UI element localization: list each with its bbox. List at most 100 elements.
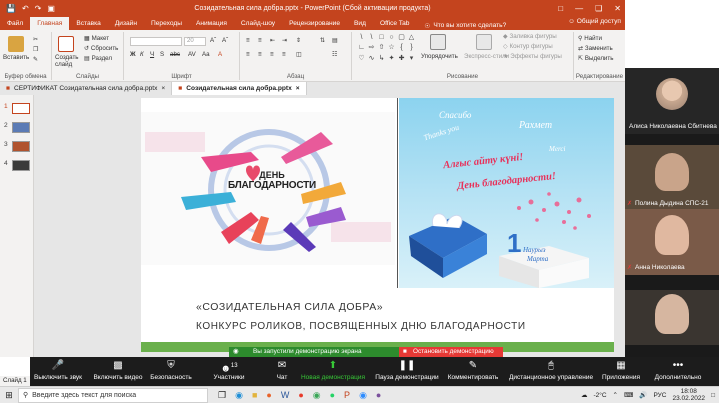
heart-shape-icon[interactable]: ♡ bbox=[357, 54, 366, 63]
align-text-icon[interactable]: ▤ bbox=[332, 37, 338, 44]
close-icon[interactable]: × bbox=[161, 82, 165, 95]
ribbon-options-icon[interactable]: □ bbox=[558, 4, 563, 13]
share-button[interactable]: ☺ Общий доступ bbox=[568, 18, 621, 25]
windows-start-icon[interactable]: ⊞ bbox=[0, 390, 18, 401]
language-indicator[interactable]: РУС bbox=[653, 392, 666, 399]
font-name-box[interactable] bbox=[130, 37, 182, 46]
smartart-icon[interactable]: ☷ bbox=[332, 51, 338, 58]
maximize-icon[interactable]: ❑ bbox=[595, 4, 602, 13]
remote-control-button[interactable]: 🖰 Дистанционное управление bbox=[504, 357, 598, 386]
justify-icon[interactable]: ≡ bbox=[282, 51, 286, 58]
arrow-shape-icon[interactable]: ⇨ bbox=[367, 43, 376, 52]
close-icon[interactable]: ✕ bbox=[614, 4, 621, 13]
network-icon[interactable]: ⌨ bbox=[624, 391, 633, 399]
taskbar-search[interactable]: ⚲ Введите здесь текст для поиска bbox=[18, 387, 208, 403]
tab-transitions[interactable]: Переходы bbox=[144, 17, 189, 30]
new-slide-button[interactable]: Создать слайд bbox=[55, 54, 81, 68]
tab-office-tab[interactable]: Office Tab bbox=[373, 17, 416, 30]
align-right-icon[interactable]: ≡ bbox=[270, 51, 274, 58]
powerpoint-icon[interactable]: P bbox=[344, 390, 350, 401]
curve-shape-icon[interactable]: ∿ bbox=[367, 54, 376, 63]
paste-button[interactable]: Вставить bbox=[3, 54, 29, 61]
slide-thumbnail[interactable]: 3 bbox=[4, 141, 30, 152]
arrow-shape-icon[interactable]: ↳ bbox=[377, 54, 386, 63]
document-tab-active[interactable]: ■ Созидательная сила добра.pptx × bbox=[172, 82, 307, 95]
slide-thumbnail[interactable]: 2 bbox=[4, 122, 30, 133]
section-button[interactable]: ▤ Раздел bbox=[84, 55, 112, 62]
arrow-shape-icon[interactable]: ⇧ bbox=[377, 43, 386, 52]
slide-thumbnail[interactable]: 1 bbox=[4, 103, 30, 114]
mute-button[interactable]: 🎤 Выключить звук bbox=[30, 357, 86, 386]
tab-design[interactable]: Дизайн bbox=[108, 17, 144, 30]
new-slide-icon[interactable] bbox=[58, 36, 74, 52]
spacing-icon[interactable]: AV bbox=[188, 51, 196, 58]
slide[interactable]: ДЕНЬ БЛАГОДАРНОСТИ Спасибо Thanks you Ра… bbox=[141, 98, 614, 352]
shape-fill-button[interactable]: ◆ Заливка фигуры bbox=[503, 33, 557, 40]
star-shape-icon[interactable]: ✦ bbox=[387, 54, 396, 63]
video-tile[interactable]: ✗ Полина Дыдина СПС-21 bbox=[625, 145, 719, 211]
start-video-button[interactable]: ▩ Включить видео bbox=[90, 357, 146, 386]
edge-icon[interactable]: ◉ bbox=[235, 390, 243, 401]
arrange-button[interactable]: Упорядочить bbox=[421, 53, 458, 60]
stop-share-button[interactable]: ■ Остановить демонстрацию bbox=[399, 347, 503, 357]
decrease-indent-icon[interactable]: ⇤ bbox=[270, 37, 275, 44]
format-painter-icon[interactable]: ✎ bbox=[33, 56, 38, 63]
shadow-icon[interactable]: S bbox=[160, 51, 164, 58]
tell-me-box[interactable]: ☉ Что вы хотите сделать? bbox=[424, 22, 506, 30]
minimize-icon[interactable]: — bbox=[575, 4, 583, 13]
plus-shape-icon[interactable]: ✚ bbox=[397, 54, 406, 63]
close-icon[interactable]: × bbox=[296, 82, 300, 95]
shrink-font-icon[interactable]: Aˇ bbox=[222, 37, 228, 44]
new-share-button[interactable]: ⬆ Новая демонстрация bbox=[300, 357, 366, 386]
slide-thumbnail[interactable]: 4 bbox=[4, 160, 30, 171]
paste-icon[interactable] bbox=[8, 36, 24, 52]
find-button[interactable]: ⚲ Найти bbox=[578, 35, 602, 42]
font-size-box[interactable]: 20 bbox=[184, 37, 206, 46]
line-shape-icon[interactable]: \ bbox=[357, 33, 366, 42]
line-shape-icon[interactable]: \ bbox=[367, 33, 376, 42]
shape-outline-button[interactable]: ◇ Контур фигуры bbox=[503, 43, 553, 50]
rect-rounded-shape-icon[interactable]: ▢ bbox=[397, 33, 406, 42]
triangle-shape-icon[interactable]: △ bbox=[407, 33, 416, 42]
notifications-icon[interactable]: □ bbox=[711, 392, 715, 399]
bullets-icon[interactable]: ≡ bbox=[246, 37, 250, 44]
weather-icon[interactable]: ☁ bbox=[581, 391, 588, 399]
volume-icon[interactable]: 🔊 bbox=[639, 391, 647, 399]
participants-button[interactable]: ☻13 Участники bbox=[208, 357, 250, 386]
bold-icon[interactable]: Ж bbox=[130, 51, 136, 58]
video-tile[interactable] bbox=[625, 290, 719, 345]
italic-icon[interactable]: К bbox=[140, 51, 144, 58]
reset-button[interactable]: ↺ Сбросить bbox=[84, 45, 118, 52]
whatsapp-icon[interactable]: ● bbox=[330, 390, 335, 401]
copy-icon[interactable]: ❐ bbox=[33, 46, 39, 53]
strikethrough-icon[interactable]: abc bbox=[170, 51, 180, 58]
video-tile[interactable]: ✗ Анна Николаева bbox=[625, 209, 719, 275]
brace-shape-icon[interactable]: } bbox=[407, 43, 416, 52]
tray-arrow-icon[interactable]: ⌃ bbox=[613, 391, 618, 399]
replace-button[interactable]: ⇄ Заменить bbox=[578, 45, 613, 52]
star-shape-icon[interactable]: ☆ bbox=[387, 43, 396, 52]
select-button[interactable]: ⇱ Выделить bbox=[578, 55, 613, 62]
chat-button[interactable]: ✉ Чат bbox=[270, 357, 294, 386]
shape-effects-button[interactable]: ★ Эффекты фигуры bbox=[503, 53, 562, 60]
align-center-icon[interactable]: ≡ bbox=[258, 51, 262, 58]
underline-icon[interactable]: Ч bbox=[150, 51, 154, 58]
annotate-button[interactable]: ✎ Комментировать bbox=[444, 357, 502, 386]
tab-file[interactable]: Файл bbox=[0, 17, 30, 30]
tab-insert[interactable]: Вставка bbox=[69, 17, 108, 30]
increase-indent-icon[interactable]: ⇥ bbox=[282, 37, 287, 44]
clock[interactable]: 18:08 23.02.2022 bbox=[673, 388, 706, 402]
document-tab[interactable]: ■ СЕРТИФИКАТ Созидательная сила добра.pp… bbox=[0, 82, 173, 95]
more-shapes-icon[interactable]: ▾ bbox=[407, 54, 416, 63]
line-spacing-icon[interactable]: ⇕ bbox=[296, 37, 301, 44]
case-icon[interactable]: Aa bbox=[202, 51, 210, 58]
yandex-icon[interactable]: ● bbox=[298, 390, 303, 401]
quick-styles-icon[interactable] bbox=[476, 34, 492, 50]
columns-icon[interactable]: ◫ bbox=[296, 51, 302, 58]
zoom-icon[interactable]: ◉ bbox=[359, 390, 367, 401]
tab-review[interactable]: Рецензирование bbox=[282, 17, 347, 30]
tab-home[interactable]: Главная bbox=[30, 17, 70, 30]
chrome-icon[interactable]: ◉ bbox=[313, 390, 321, 401]
explorer-icon[interactable]: ■ bbox=[252, 390, 257, 401]
video-tile[interactable]: Алиса Николаевна Сбитнева bbox=[625, 68, 719, 134]
